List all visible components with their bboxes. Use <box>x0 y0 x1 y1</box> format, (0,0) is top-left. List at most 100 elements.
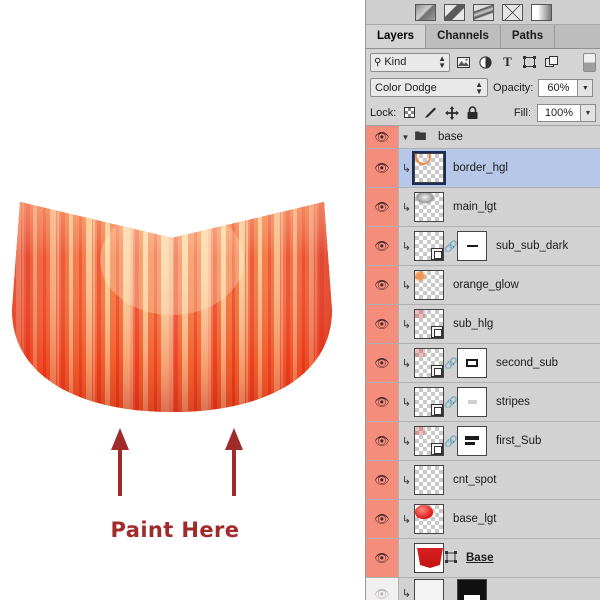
layer-row-second-sub[interactable]: 👁 ↳ 🔗 second_sub <box>366 344 600 383</box>
layer-thumbnail[interactable] <box>414 309 444 339</box>
layer-name: cnt_spot <box>453 474 496 486</box>
clipping-mask-icon: ↳ <box>399 474 414 487</box>
paint-here-caption: Paint Here <box>0 518 350 542</box>
layer-row-sub-hlg[interactable]: 👁 ↳ sub_hlg <box>366 305 600 344</box>
layer-row-base-layer[interactable]: 👁 Base <box>366 539 600 578</box>
layer-visibility-toggle[interactable]: 👁 <box>366 461 399 499</box>
filter-shape-icon[interactable] <box>521 54 538 71</box>
layer-visibility-toggle[interactable]: 👁 <box>366 126 399 148</box>
layer-name: first_Sub <box>496 435 541 447</box>
layer-thumbnail[interactable] <box>414 465 444 495</box>
filter-smart-object-icon[interactable] <box>543 54 560 71</box>
fill-input[interactable]: 100% <box>537 104 581 122</box>
layer-row-orange-glow[interactable]: 👁 ↳ orange_glow <box>366 266 600 305</box>
layer-thumbnail[interactable] <box>414 192 444 222</box>
opacity-input[interactable]: 60% <box>538 79 578 97</box>
lock-transparent-pixels-icon[interactable] <box>402 105 417 120</box>
lock-image-pixels-icon[interactable] <box>423 105 438 120</box>
layer-visibility-toggle[interactable]: 👁 <box>366 266 399 304</box>
layer-row-cnt-spot[interactable]: 👁 ↳ cnt_spot <box>366 461 600 500</box>
layer-thumbnail[interactable] <box>414 231 444 261</box>
clipping-mask-icon: ↳ <box>399 279 414 292</box>
smart-object-badge-icon <box>431 365 443 377</box>
layer-visibility-toggle[interactable]: 👁 <box>366 422 399 460</box>
layer-thumbnail[interactable] <box>414 348 444 378</box>
blend-mode-select[interactable]: Color Dodge ▲▼ <box>370 78 488 97</box>
layer-thumbnail[interactable] <box>414 504 444 534</box>
smart-object-badge-icon <box>431 248 443 260</box>
vector-mask-icon[interactable] <box>444 551 457 566</box>
kind-filter-select[interactable]: ⚲ Kind ▲▼ <box>370 53 450 72</box>
layer-thumbnail[interactable] <box>414 426 444 456</box>
tab-channels[interactable]: Channels <box>426 25 501 48</box>
filter-type-icon[interactable]: T <box>499 54 516 71</box>
layer-row-group-base[interactable]: 👁 ▼ 🖿 base <box>366 126 600 149</box>
layer-thumbnail[interactable] <box>414 543 444 573</box>
opacity-dropdown-icon[interactable]: ▼ <box>578 79 593 97</box>
gradient-preset-4-swatch[interactable] <box>502 4 523 21</box>
layer-mask-thumbnail[interactable] <box>457 387 487 417</box>
eye-icon: 👁 <box>374 131 389 143</box>
eye-icon: 👁 <box>374 474 389 486</box>
layer-visibility-toggle[interactable]: 👁 <box>366 344 399 382</box>
layer-visibility-toggle[interactable]: 👁 <box>366 578 399 600</box>
layer-thumbnail[interactable] <box>414 579 444 600</box>
layer-thumbnail[interactable] <box>414 153 444 183</box>
layer-visibility-toggle[interactable]: 👁 <box>366 383 399 421</box>
clipping-mask-icon: ↳ <box>399 240 414 253</box>
smart-object-badge-icon <box>431 443 443 455</box>
layer-visibility-toggle[interactable]: 👁 <box>366 305 399 343</box>
filter-adjustment-icon[interactable] <box>477 54 494 71</box>
gradient-preset-3-swatch[interactable] <box>473 4 494 21</box>
eye-icon: 👁 <box>374 396 389 408</box>
mask-link-icon[interactable]: 🔗 <box>444 435 457 448</box>
layer-mask-thumbnail[interactable] <box>457 348 487 378</box>
lock-position-icon[interactable] <box>444 105 459 120</box>
tab-paths[interactable]: Paths <box>501 25 555 48</box>
layer-row-stripes[interactable]: 👁 ↳ 🔗 stripes <box>366 383 600 422</box>
fill-dropdown-icon[interactable]: ▼ <box>581 104 596 122</box>
mask-link-icon[interactable]: 🔗 <box>444 357 457 370</box>
mask-link-icon[interactable]: 🔗 <box>444 396 457 409</box>
filter-enable-toggle[interactable] <box>583 53 596 72</box>
layer-mask-thumbnail[interactable] <box>457 426 487 456</box>
layer-name: orange_glow <box>453 279 519 291</box>
screenshot-root: Paint Here Layers Channels Paths ⚲ Kind … <box>0 0 600 600</box>
layer-visibility-toggle[interactable]: 👁 <box>366 500 399 538</box>
layer-row-main-lgt[interactable]: 👁 ↳ main_lgt <box>366 188 600 227</box>
layer-mask-thumbnail[interactable] <box>457 231 487 261</box>
layer-mask-thumbnail[interactable] <box>457 579 487 600</box>
layer-thumbnail[interactable] <box>414 387 444 417</box>
folder-icon: 🖿 <box>412 127 429 148</box>
layer-visibility-toggle[interactable]: 👁 <box>366 188 399 226</box>
layer-name: sub_sub_dark <box>496 240 568 252</box>
filter-pixel-icon[interactable] <box>455 54 472 71</box>
layer-row-base-lgt[interactable]: 👁 ↳ base_lgt <box>366 500 600 539</box>
gradient-preset-5-swatch[interactable] <box>531 4 552 21</box>
layer-row-first-sub[interactable]: 👁 ↳ 🔗 first_Sub <box>366 422 600 461</box>
gradient-preset-2-swatch[interactable] <box>444 4 465 21</box>
artwork-striped-bowl <box>2 190 342 430</box>
chevron-down-icon[interactable]: ▼ <box>399 133 412 142</box>
gradient-preset-1-swatch[interactable] <box>415 4 436 21</box>
eye-icon: 👁 <box>374 318 389 330</box>
layer-name: Base <box>466 552 494 564</box>
layer-row-border-hgl[interactable]: 👁 ↳ border_hgl <box>366 149 600 188</box>
tab-layers[interactable]: Layers <box>366 25 426 48</box>
eye-icon: 👁 <box>374 279 389 291</box>
smart-object-badge-icon <box>431 404 443 416</box>
photoshop-layers-panel: Layers Channels Paths ⚲ Kind ▲▼ T <box>365 0 600 600</box>
layer-row-sub-sub-dark[interactable]: 👁 ↳ 🔗 sub_sub_dark <box>366 227 600 266</box>
lock-all-icon[interactable] <box>465 105 480 120</box>
layer-visibility-toggle[interactable]: 👁 <box>366 539 399 577</box>
layer-row-partial[interactable]: 👁 ↳ <box>366 578 600 600</box>
layer-visibility-toggle[interactable]: 👁 <box>366 227 399 265</box>
layer-visibility-toggle[interactable]: 👁 <box>366 149 399 187</box>
mask-link-icon[interactable]: 🔗 <box>444 240 457 253</box>
layer-thumbnail[interactable] <box>414 270 444 300</box>
clipping-mask-icon: ↳ <box>399 201 414 214</box>
blend-mode-value: Color Dodge <box>375 82 475 94</box>
layer-name: main_lgt <box>453 201 496 213</box>
eye-icon: 👁 <box>374 201 389 213</box>
clipping-mask-icon: ↳ <box>399 587 414 600</box>
